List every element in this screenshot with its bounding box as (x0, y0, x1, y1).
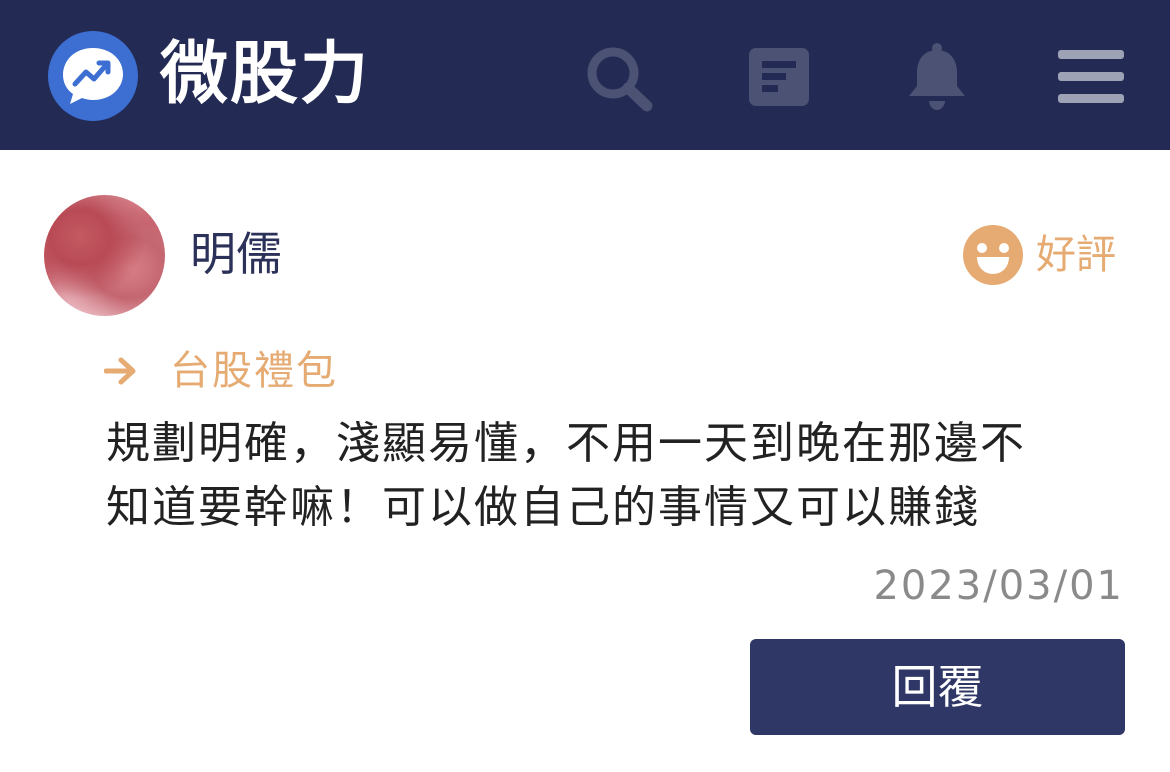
comment-line: 規劃明確，淺顯易懂，不用一天到晚在那邊不 (106, 418, 1026, 469)
bell-icon[interactable] (906, 42, 968, 112)
search-icon[interactable] (584, 45, 654, 113)
reviewer-name[interactable]: 明儒 (190, 226, 282, 282)
review-date: 2023/03/01 (873, 563, 1124, 609)
arrow-right-icon (104, 357, 136, 385)
hamburger-menu-icon[interactable] (1058, 48, 1124, 106)
comment-line: 知道要幹嘛！可以做自己的事情又可以賺錢 (106, 482, 980, 533)
brand-logo-icon[interactable] (48, 31, 138, 121)
product-link[interactable]: 台股禮包 (104, 346, 338, 396)
rating-badge: 好評 (962, 224, 1116, 286)
product-name[interactable]: 台股禮包 (170, 346, 338, 396)
document-icon[interactable] (747, 46, 811, 108)
rating-label: 好評 (1036, 232, 1116, 278)
review-comment: 規劃明確，淺顯易懂，不用一天到晚在那邊不 知道要幹嘛！可以做自己的事情又可以賺錢 (106, 412, 1136, 540)
top-navigation-bar: 微股力 (0, 0, 1170, 150)
brand-name[interactable]: 微股力 (160, 40, 370, 110)
reply-button[interactable]: 回覆 (750, 639, 1125, 735)
smiley-face-icon (963, 225, 1023, 285)
avatar[interactable] (44, 195, 165, 316)
